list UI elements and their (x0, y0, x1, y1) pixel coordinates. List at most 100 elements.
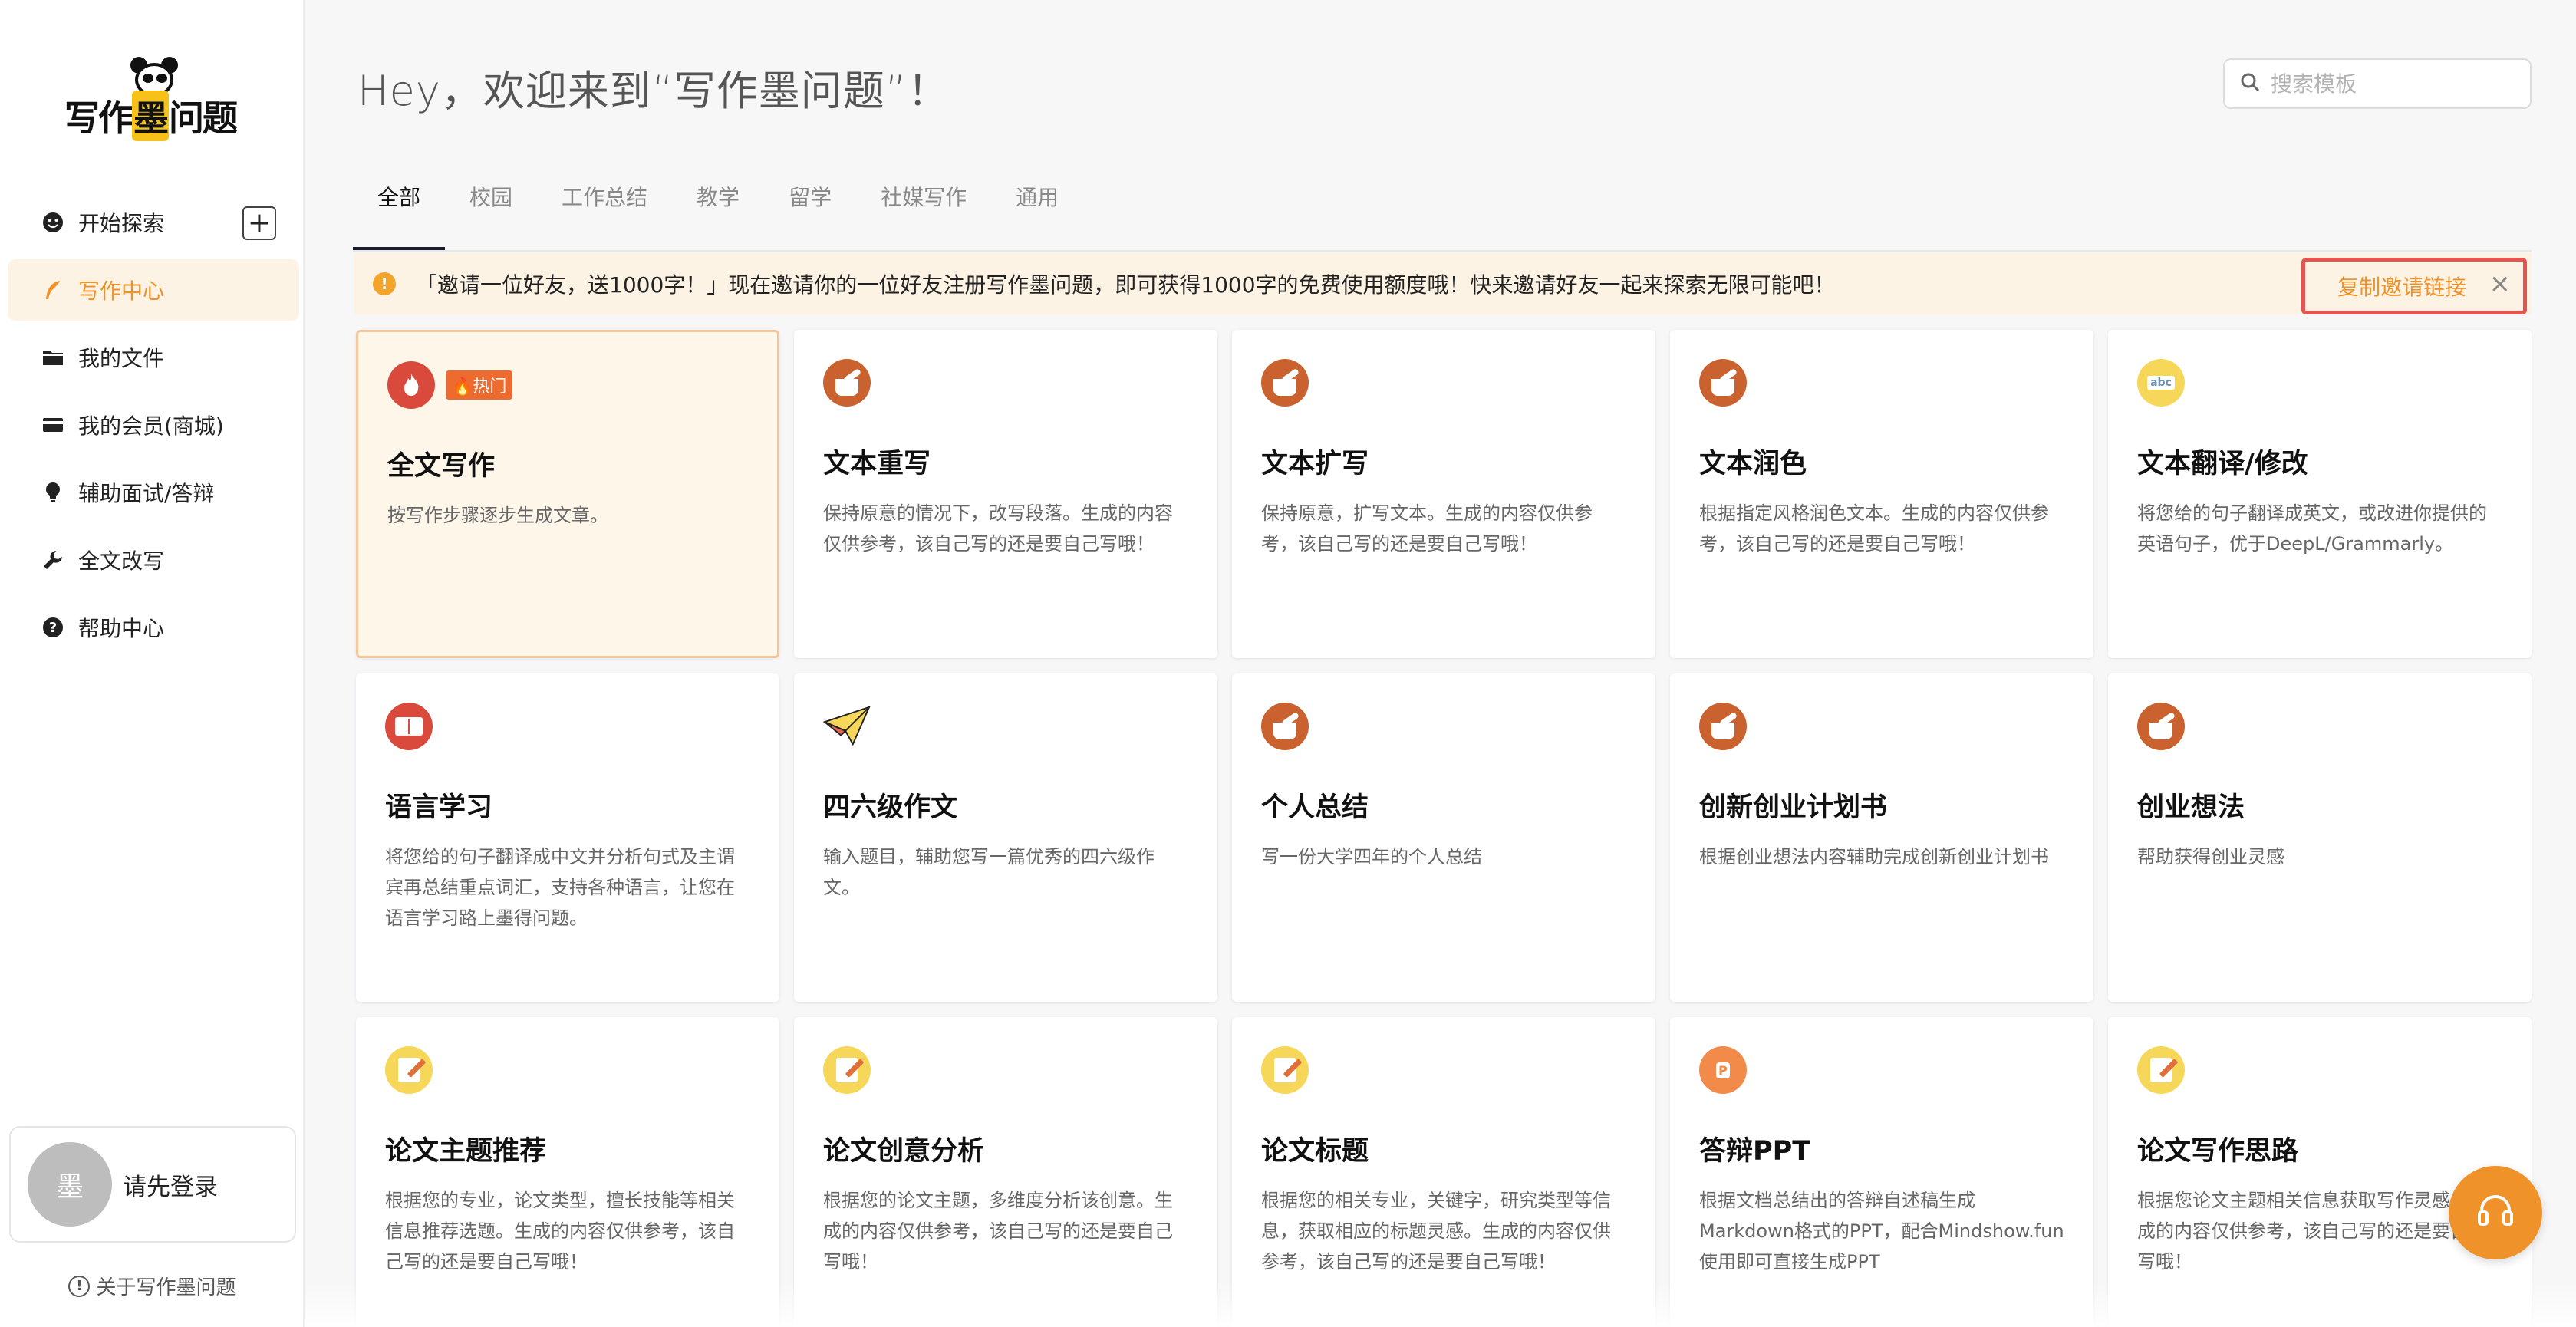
card-title: 文本翻译/修改 (2137, 449, 2308, 479)
sidebar-item-writing-center[interactable]: 写作中心 (8, 259, 299, 321)
quill-cup-icon (1261, 703, 1309, 750)
card-title: 个人总结 (1261, 792, 1369, 823)
card-title: 论文创意分析 (823, 1136, 985, 1167)
tab-campus[interactable]: 校园 (445, 167, 537, 252)
note-pencil-icon (823, 1046, 871, 1094)
card-title: 文本润色 (1699, 449, 1807, 479)
tab-work-summary[interactable]: 工作总结 (537, 167, 672, 252)
card-description: 根据您的专业，论文类型，擅长技能等相关信息推荐选题。生成的内容仅供参考，该自己写… (385, 1190, 735, 1273)
card-description: 根据指定风格润色文本。生成的内容仅供参考，该自己写的还是要自己写哦！ (1699, 502, 2049, 555)
sidebar-item-explore[interactable]: 开始探索 + (8, 192, 299, 253)
smile-icon (41, 211, 64, 234)
page-title: Hey，欢迎来到“写作墨问题”！ (357, 67, 950, 115)
sidebar-item-label: 我的文件 (78, 346, 165, 371)
sidebar-item-label: 帮助中心 (78, 616, 165, 641)
paper-plane-icon (823, 703, 871, 750)
headset-icon (2475, 1190, 2516, 1235)
logo-text: 写作墨问题 (64, 91, 241, 141)
sidebar-item-label: 我的会员(商城) (78, 413, 224, 439)
copy-invite-link-button[interactable]: 复制邀请链接 × (2301, 258, 2527, 314)
card-title: 创业想法 (2137, 792, 2245, 823)
sidebar-item-label: 辅助面试/答辩 (78, 481, 215, 506)
about-link[interactable]: ! 关于写作墨问题 (0, 1272, 305, 1300)
hot-badge: 🔥热门 (446, 370, 513, 400)
quill-cup-icon (1699, 703, 1747, 750)
sidebar-item-membership[interactable]: 我的会员(商城) (8, 394, 299, 456)
close-icon[interactable]: × (2489, 271, 2512, 297)
search-icon (2240, 72, 2263, 95)
note-pencil-icon (2137, 1046, 2185, 1094)
tab-teaching[interactable]: 教学 (672, 167, 764, 252)
sidebar-item-rewrite[interactable]: 全文改写 (8, 529, 299, 591)
card-description: 根据创业想法内容辅助完成创新创业计划书 (1699, 846, 2049, 868)
tab-social-media[interactable]: 社媒写作 (856, 167, 991, 252)
template-card[interactable]: 个人总结 写一份大学四年的个人总结 (1232, 673, 1655, 1002)
card-title: 四六级作文 (823, 792, 958, 823)
category-tabs: 全部 校园 工作总结 教学 留学 社媒写作 通用 (353, 167, 1083, 252)
tab-study-abroad[interactable]: 留学 (764, 167, 856, 252)
card-description: 保持原意的情况下，改写段落。生成的内容仅供参考，该自己写的还是要自己写哦！ (823, 502, 1173, 555)
card-title: 论文主题推荐 (385, 1136, 547, 1167)
about-label: 关于写作墨问题 (96, 1276, 236, 1299)
abc-icon: abc (2137, 359, 2185, 407)
sidebar-item-label: 写作中心 (78, 278, 165, 304)
template-card[interactable]: 创业想法 帮助获得创业灵感 (2108, 673, 2532, 1002)
search-box[interactable] (2223, 58, 2532, 109)
card-description: 输入题目，辅助您写一篇优秀的四六级作文。 (823, 846, 1155, 898)
card-title: 论文写作思路 (2137, 1136, 2299, 1167)
bulb-icon (41, 481, 64, 504)
quill-cup-icon (2137, 703, 2185, 750)
card-description: 按写作步骤逐步生成文章。 (387, 505, 608, 526)
template-card[interactable]: 创新创业计划书 根据创业想法内容辅助完成创新创业计划书 (1670, 673, 2093, 1002)
quill-cup-icon (1261, 359, 1309, 407)
card-icon (41, 413, 64, 436)
flame-icon (387, 361, 435, 409)
wrench-icon (41, 548, 64, 571)
template-card[interactable]: abc 文本翻译/修改 将您给的句子翻译成英文，或改进你提供的英语句子，优于De… (2108, 330, 2532, 658)
sidebar-item-my-files[interactable]: 我的文件 (8, 327, 299, 388)
template-card[interactable]: 文本润色 根据指定风格润色文本。生成的内容仅供参考，该自己写的还是要自己写哦！ (1670, 330, 2093, 658)
app-logo[interactable]: 写作墨问题 (64, 57, 241, 141)
sidebar-item-help[interactable]: ? 帮助中心 (8, 597, 299, 658)
card-title: 文本重写 (823, 449, 931, 479)
add-button[interactable]: + (242, 206, 276, 240)
copy-invite-label: 复制邀请链接 (2337, 275, 2467, 300)
sidebar-item-interview[interactable]: 辅助面试/答辩 (8, 462, 299, 523)
card-title: 论文标题 (1261, 1136, 1369, 1167)
tabs-divider (353, 250, 2532, 252)
login-card[interactable]: 墨 请先登录 (9, 1126, 296, 1243)
warning-icon: ! (373, 272, 396, 295)
search-input[interactable] (2271, 71, 2524, 97)
card-description: 将您给的句子翻译成英文，或改进你提供的英语句子，优于DeepL/Grammarl… (2137, 502, 2487, 555)
card-title: 创新创业计划书 (1699, 792, 1888, 823)
template-card[interactable]: 文本扩写 保持原意，扩写文本。生成的内容仅供参考，该自己写的还是要自己写哦！ (1232, 330, 1655, 658)
template-card[interactable]: 语言学习 将您给的句子翻译成中文并分析句式及主谓宾再总结重点词汇，支持各种语言，… (356, 673, 779, 1002)
card-description: 保持原意，扩写文本。生成的内容仅供参考，该自己写的还是要自己写哦！ (1261, 502, 1593, 555)
card-description: 根据您论文主题相关信息获取写作灵感。生成的内容仅供参考，该自己写的还是要自己写哦… (2137, 1190, 2487, 1273)
book-icon (385, 703, 433, 750)
avatar[interactable]: 墨 (28, 1142, 112, 1227)
sidebar: 写作墨问题 开始探索 + 写作中心 我的文件 我的会员(商城) 辅助面试/答辩 … (0, 0, 305, 1327)
folder-icon (41, 346, 64, 369)
card-title: 答辩PPT (1699, 1136, 1811, 1167)
card-description: 帮助获得创业灵感 (2137, 846, 2284, 868)
card-title: 文本扩写 (1261, 449, 1369, 479)
card-description: 写一份大学四年的个人总结 (1261, 846, 1482, 868)
template-card[interactable]: 四六级作文 输入题目，辅助您写一篇优秀的四六级作文。 (794, 673, 1217, 1002)
login-prompt[interactable]: 请先登录 (123, 1167, 218, 1202)
quill-cup-icon (1699, 359, 1747, 407)
tab-all[interactable]: 全部 (353, 167, 446, 252)
info-icon: ! (68, 1275, 91, 1297)
card-description: 根据文档总结出的答辩自述稿生成Markdown格式的PPT，配合Mindshow… (1699, 1190, 2064, 1273)
sidebar-item-label: 开始探索 (78, 211, 165, 236)
note-pencil-icon (1261, 1046, 1309, 1094)
tab-general[interactable]: 通用 (991, 167, 1083, 252)
card-description: 根据您的相关专业，关键字，研究类型等信息，获取相应的标题灵感。生成的内容仅供参考… (1261, 1190, 1611, 1273)
template-card[interactable]: 🔥热门 全文写作 按写作步骤逐步生成文章。 (356, 330, 779, 658)
svg-text:?: ? (49, 620, 57, 636)
customer-support-button[interactable] (2449, 1166, 2542, 1259)
note-pencil-icon (385, 1046, 433, 1094)
quill-icon (41, 278, 64, 301)
quill-cup-icon (823, 359, 871, 407)
template-card[interactable]: 文本重写 保持原意的情况下，改写段落。生成的内容仅供参考，该自己写的还是要自己写… (794, 330, 1217, 658)
